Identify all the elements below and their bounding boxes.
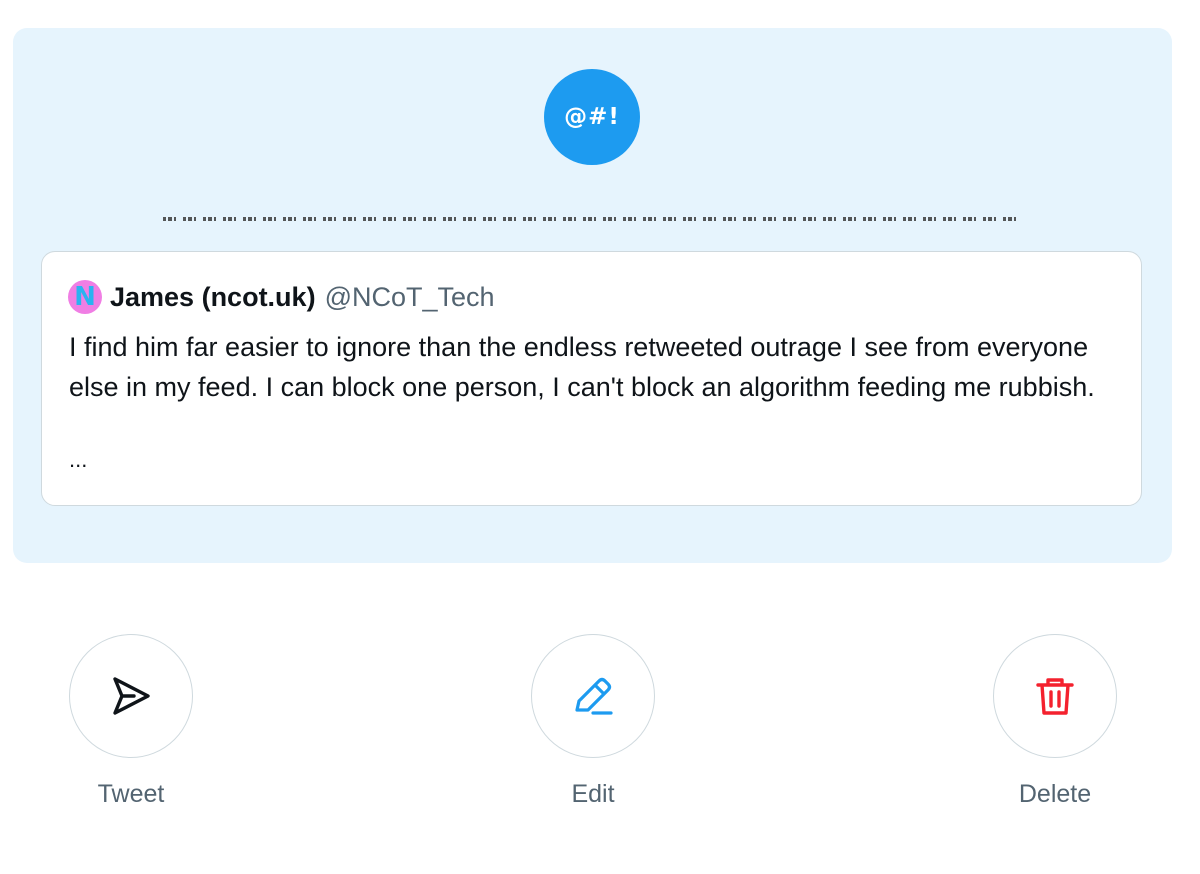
edit-action: Edit [531, 634, 655, 808]
edit-button[interactable] [531, 634, 655, 758]
delete-label: Delete [1018, 780, 1092, 808]
pencil-icon [575, 677, 613, 715]
quoted-tweet-body: I find him far easier to ignore than the… [69, 332, 1095, 402]
tweet-action: Tweet [69, 634, 193, 808]
avatar: N [68, 280, 102, 314]
avatar-letter: N [74, 282, 96, 312]
trash-icon [1036, 678, 1074, 715]
delete-action: Delete [993, 634, 1117, 808]
tweet-preview-card: @#! N James (ncot.uk) @NCoT_Tech I find … [13, 28, 1172, 563]
share-sheet: @#! N James (ncot.uk) @NCoT_Tech I find … [0, 0, 1200, 874]
author-name: James (ncot.uk) [110, 281, 316, 312]
clipped-tweet-text [163, 214, 1023, 223]
delete-button[interactable] [993, 634, 1117, 758]
tweet-label: Tweet [97, 780, 165, 808]
app-logo-badge: @#! [544, 69, 640, 165]
tweet-button[interactable] [69, 634, 193, 758]
author-handle: @NCoT_Tech [324, 281, 495, 312]
quoted-tweet-header: N James (ncot.uk) @NCoT_Tech [68, 280, 495, 314]
send-icon [113, 677, 150, 715]
truncation-ellipsis: ... [69, 447, 88, 472]
edit-label: Edit [571, 780, 615, 808]
quoted-tweet[interactable]: N James (ncot.uk) @NCoT_Tech I find him … [41, 251, 1142, 506]
